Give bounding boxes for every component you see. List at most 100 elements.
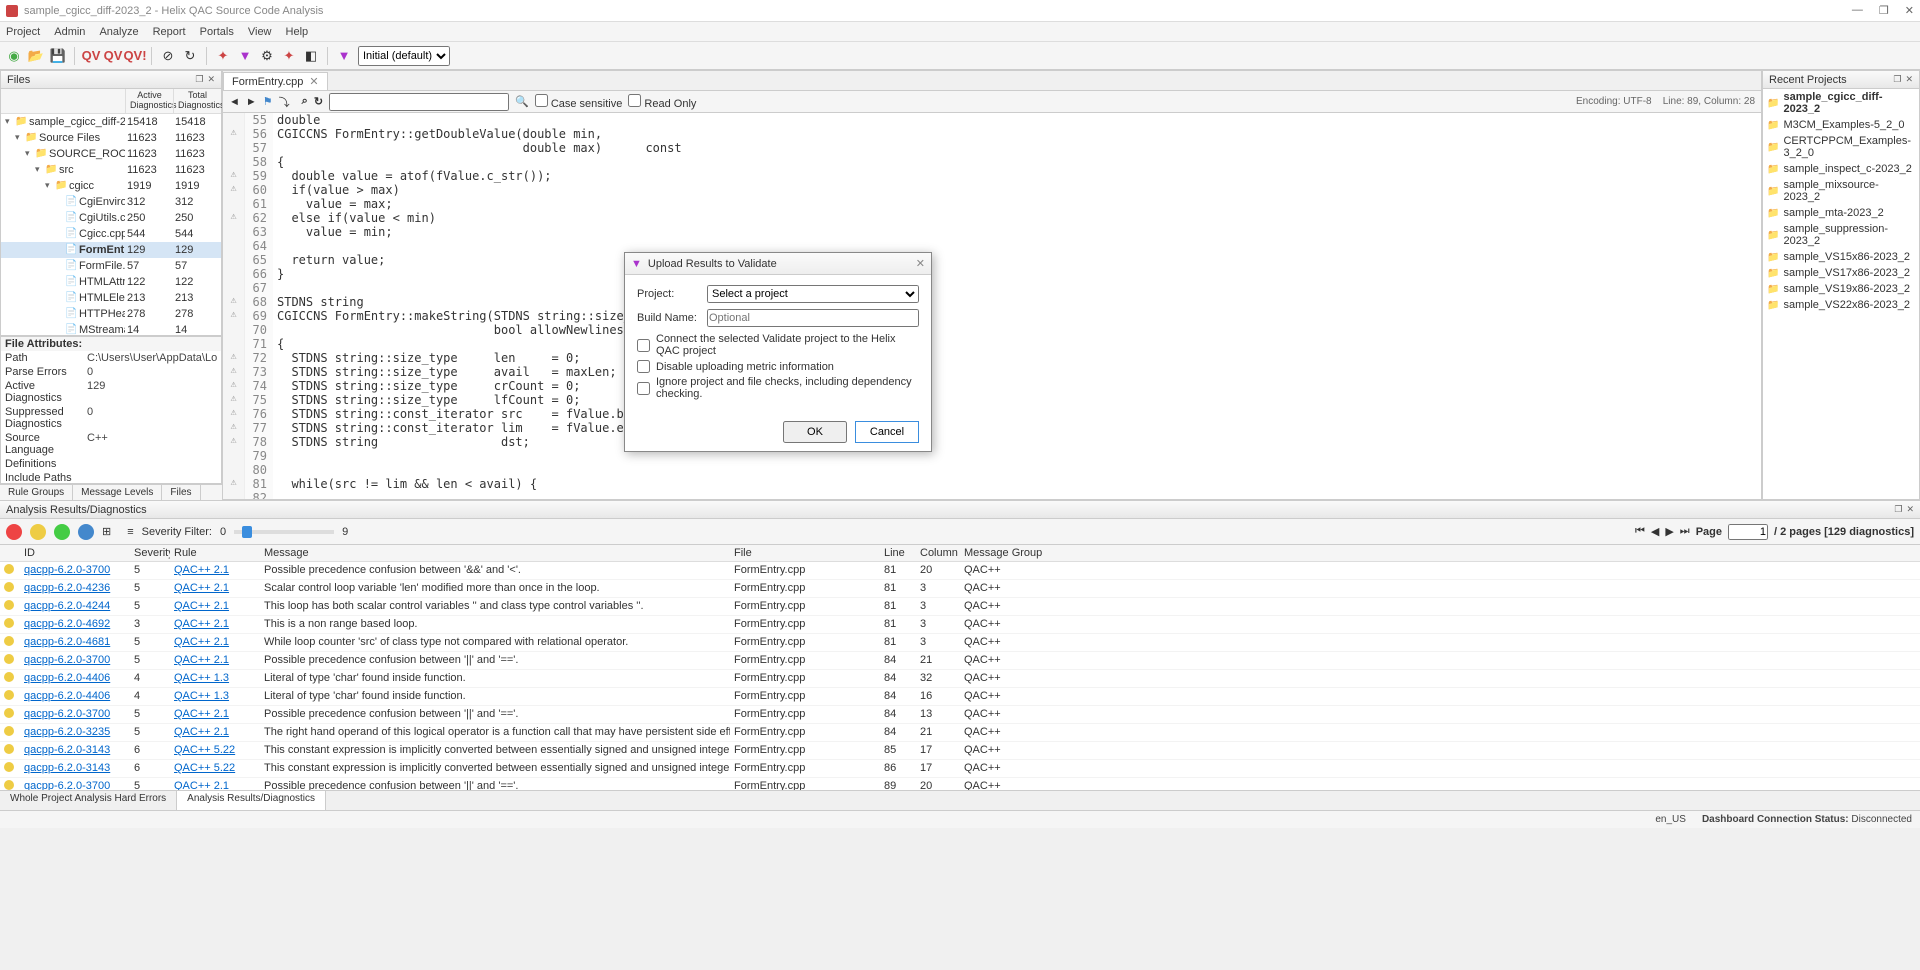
tool1-icon[interactable]: ✦: [215, 48, 231, 64]
diag-row[interactable]: qacpp-6.2.0-42445QAC++ 2.1This loop has …: [0, 598, 1920, 616]
diag-row[interactable]: qacpp-6.2.0-37005QAC++ 2.1Possible prece…: [0, 652, 1920, 670]
tool2-icon[interactable]: ✦: [281, 48, 297, 64]
tree-row[interactable]: 📄CgiEnvironment.cpp312312: [1, 194, 221, 210]
diag-table[interactable]: IDSeverityRuleMessageFileLineColumnMessa…: [0, 545, 1920, 790]
settings-icon[interactable]: ⚙: [259, 48, 275, 64]
goto-icon[interactable]: ⤵: [279, 94, 290, 110]
sev-blue-icon[interactable]: [78, 524, 94, 540]
menu-project[interactable]: Project: [6, 26, 40, 38]
close-button[interactable]: ✕: [1905, 4, 1914, 17]
tree-row[interactable]: 📄Cgicc.cpp544544: [1, 226, 221, 242]
recent-project[interactable]: 📁sample_VS15x86-2023_2: [1763, 249, 1919, 265]
tree-row[interactable]: 📄FormFile.cpp5757: [1, 258, 221, 274]
stop-icon[interactable]: ⊘: [160, 48, 176, 64]
tree-row[interactable]: ▾📁cgicc19191919: [1, 178, 221, 194]
open-icon[interactable]: 📂: [28, 48, 44, 64]
diag-row[interactable]: qacpp-6.2.0-46815QAC++ 2.1While loop cou…: [0, 634, 1920, 652]
read-only-check[interactable]: Read Only: [628, 94, 696, 110]
page-input[interactable]: [1728, 524, 1768, 540]
cancel-button[interactable]: Cancel: [855, 421, 919, 443]
nav-back-icon[interactable]: ◄: [229, 96, 240, 108]
disable-metrics-check[interactable]: [637, 360, 650, 373]
recent-project[interactable]: 📁sample_VS22x86-2023_2: [1763, 297, 1919, 313]
code-editor[interactable]: 55double⚠56CGICCNS FormEntry::getDoubleV…: [223, 113, 1761, 499]
editor-tab[interactable]: FormEntry.cpp✕: [223, 72, 328, 90]
build-name-input[interactable]: [707, 309, 919, 327]
connect-project-check[interactable]: [637, 339, 650, 352]
tree-row[interactable]: 📄CgiUtils.cpp250250: [1, 210, 221, 226]
sev-red-icon[interactable]: [6, 524, 22, 540]
nav-fwd-icon[interactable]: ►: [246, 96, 257, 108]
bottom-tab[interactable]: Whole Project Analysis Hard Errors: [0, 791, 177, 810]
refresh-icon[interactable]: ↻: [182, 48, 198, 64]
tree-row[interactable]: 📄HTTPHeaders.cpp278278: [1, 306, 221, 322]
validate-icon[interactable]: ▼: [336, 48, 352, 64]
diag-row[interactable]: qacpp-6.2.0-42365QAC++ 2.1Scalar control…: [0, 580, 1920, 598]
recent-project[interactable]: 📁sample_inspect_c-2023_2: [1763, 161, 1919, 177]
diag-row[interactable]: qacpp-6.2.0-31436QAC++ 5.22This constant…: [0, 742, 1920, 760]
search-go-icon[interactable]: 🔍: [515, 95, 529, 108]
diag-row[interactable]: qacpp-6.2.0-37005QAC++ 2.1Possible prece…: [0, 778, 1920, 790]
case-sensitive-check[interactable]: Case sensitive: [535, 94, 623, 110]
diag-row[interactable]: qacpp-6.2.0-37005QAC++ 2.1Possible prece…: [0, 706, 1920, 724]
file-tree[interactable]: ▾📁sample_cgicc_diff-2023_21541815418▾📁So…: [1, 114, 221, 335]
recent-project[interactable]: 📁sample_mixsource-2023_2: [1763, 177, 1919, 205]
project-select[interactable]: Select a project: [707, 285, 919, 303]
page-last-icon[interactable]: ⏭: [1680, 525, 1690, 538]
page-first-icon[interactable]: ⏮: [1635, 525, 1645, 538]
close-panel-icon[interactable]: ✕: [1906, 504, 1914, 515]
recent-project[interactable]: 📁M3CM_Examples-5_2_0: [1763, 117, 1919, 133]
replace-icon[interactable]: ↻: [314, 95, 323, 108]
maximize-button[interactable]: ❐: [1879, 4, 1889, 17]
tab-close-icon[interactable]: ✕: [309, 75, 318, 88]
close-panel-icon[interactable]: ✕: [1905, 74, 1913, 85]
recent-project[interactable]: 📁sample_cgicc_diff-2023_2: [1763, 89, 1919, 117]
tree-row[interactable]: 📄FormEntry.cpp129129: [1, 242, 221, 258]
menu-admin[interactable]: Admin: [54, 26, 85, 38]
bookmark-icon[interactable]: ⚑: [263, 95, 273, 108]
close-panel-icon[interactable]: ✕: [207, 74, 215, 85]
restore-icon[interactable]: ❐: [1893, 74, 1901, 85]
tree-row[interactable]: 📄HTMLAttributes.cpp122122: [1, 274, 221, 290]
diag-row[interactable]: qacpp-6.2.0-46923QAC++ 2.1This is a non …: [0, 616, 1920, 634]
sev-green-icon[interactable]: [54, 524, 70, 540]
ignore-checks-check[interactable]: [637, 382, 650, 395]
recent-project[interactable]: 📁CERTCPPCM_Examples-3_2_0: [1763, 133, 1919, 161]
menu-report[interactable]: Report: [153, 26, 186, 38]
sev-yellow-icon[interactable]: [30, 524, 46, 540]
new-icon[interactable]: ◉: [6, 48, 22, 64]
save-icon[interactable]: 💾: [50, 48, 66, 64]
restore-icon[interactable]: ❐: [1894, 504, 1902, 515]
recent-project[interactable]: 📁sample_suppression-2023_2: [1763, 221, 1919, 249]
analyze2-icon[interactable]: QV: [105, 48, 121, 64]
minimize-button[interactable]: —: [1852, 4, 1863, 17]
tree-row[interactable]: ▾📁src1162311623: [1, 162, 221, 178]
restore-icon[interactable]: ❐: [195, 74, 203, 85]
diag-row[interactable]: qacpp-6.2.0-44064QAC++ 1.3Literal of typ…: [0, 670, 1920, 688]
config-select[interactable]: Initial (default): [358, 46, 450, 66]
menu-portals[interactable]: Portals: [200, 26, 234, 38]
diag-row[interactable]: qacpp-6.2.0-32355QAC++ 2.1The right hand…: [0, 724, 1920, 742]
diag-row[interactable]: qacpp-6.2.0-44064QAC++ 1.3Literal of typ…: [0, 688, 1920, 706]
recent-project[interactable]: 📁sample_VS17x86-2023_2: [1763, 265, 1919, 281]
search-input[interactable]: [329, 93, 509, 111]
attrs-tab[interactable]: Rule Groups: [0, 485, 73, 500]
tree-row[interactable]: ▾📁SOURCE_ROOT1162311623: [1, 146, 221, 162]
ok-button[interactable]: OK: [783, 421, 847, 443]
find-icon[interactable]: ⌕: [302, 95, 308, 108]
expand-icon[interactable]: ⊞: [102, 525, 111, 538]
tool3-icon[interactable]: ◧: [303, 48, 319, 64]
tree-row[interactable]: 📄MStreamable.cpp1414: [1, 322, 221, 335]
menu-view[interactable]: View: [248, 26, 272, 38]
diag-row[interactable]: qacpp-6.2.0-37005QAC++ 2.1Possible prece…: [0, 562, 1920, 580]
menu-analyze[interactable]: Analyze: [99, 26, 138, 38]
recent-project[interactable]: 📁sample_VS19x86-2023_2: [1763, 281, 1919, 297]
tree-row[interactable]: ▾📁Source Files1162311623: [1, 130, 221, 146]
dialog-close-icon[interactable]: ✕: [916, 257, 925, 270]
attrs-tab[interactable]: Files: [162, 485, 200, 500]
list-icon[interactable]: ≡: [127, 526, 133, 538]
severity-slider[interactable]: [234, 530, 334, 534]
analyze3-icon[interactable]: QV!: [127, 48, 143, 64]
page-next-icon[interactable]: ▶: [1665, 525, 1673, 538]
tree-row[interactable]: 📄HTMLElements.cpp213213: [1, 290, 221, 306]
